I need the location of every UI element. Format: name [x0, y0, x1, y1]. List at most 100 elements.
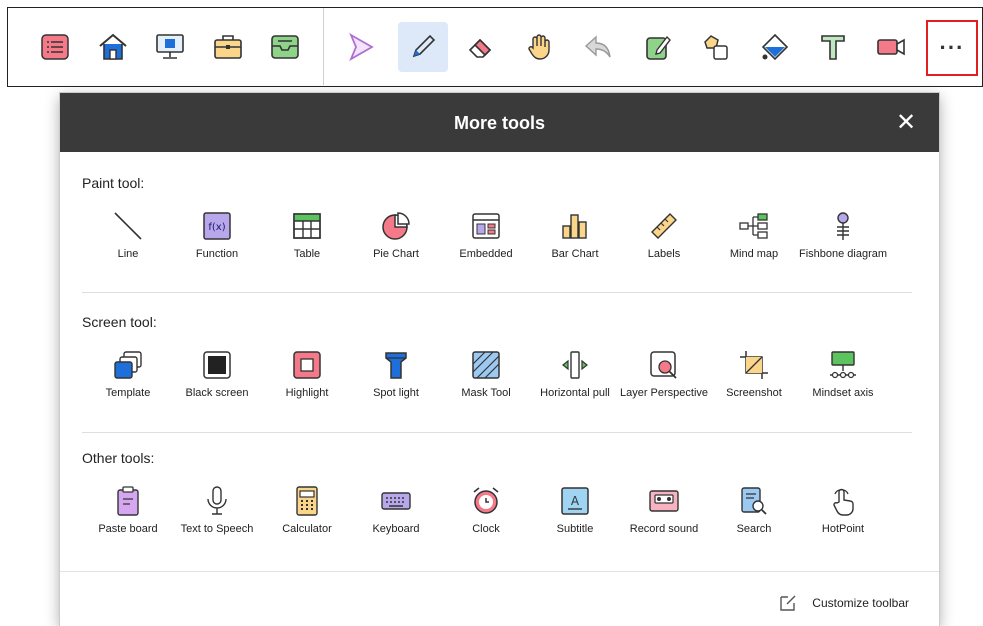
tool-fishbone[interactable]: Fishbone diagram — [798, 208, 888, 261]
tool-bar-chart[interactable]: Bar Chart — [530, 208, 620, 261]
undo-icon — [583, 32, 613, 62]
layer-perspective-icon — [646, 347, 682, 383]
tool-layer-perspective[interactable]: Layer Perspective — [619, 347, 709, 400]
tool-alarm-clock[interactable]: Clock — [441, 483, 531, 536]
tool-label: Function — [195, 248, 239, 260]
list-button[interactable] — [30, 22, 80, 72]
tool-mask[interactable]: Mask Tool — [441, 347, 531, 400]
tool-search-doc[interactable]: Search — [709, 483, 799, 536]
desktop-icon — [154, 32, 186, 62]
ruler-icon — [646, 208, 682, 244]
tool-label: Highlight — [285, 387, 329, 399]
tool-label: Screenshot — [726, 387, 782, 399]
dialog-header: More tools ✕ — [60, 93, 939, 152]
function-icon: f(x) — [199, 208, 235, 244]
tool-mind-map[interactable]: Mind map — [709, 208, 799, 261]
svg-text:f(x): f(x) — [208, 222, 225, 233]
pointer-arrow-icon — [346, 32, 376, 62]
tool-microphone[interactable]: Text to Speech — [172, 483, 262, 536]
tool-function[interactable]: f(x) Function — [172, 208, 262, 261]
customize-toolbar-button[interactable]: Customize toolbar — [778, 593, 909, 613]
tool-hotpoint[interactable]: HotPoint — [798, 483, 888, 536]
undo-button[interactable] — [573, 22, 623, 72]
mindset-axis-icon — [825, 347, 861, 383]
calculator-icon — [289, 483, 325, 519]
desktop-button[interactable] — [145, 22, 195, 72]
tool-line[interactable]: Line — [83, 208, 173, 261]
tool-spotlight[interactable]: Spot light — [351, 347, 441, 400]
briefcase-button[interactable] — [203, 22, 253, 72]
section-label: Screen tool: — [82, 314, 157, 330]
pointer-arrow-button[interactable] — [336, 22, 386, 72]
embedded-icon — [468, 208, 504, 244]
video-camera-icon — [875, 32, 907, 62]
hand-button[interactable] — [515, 22, 565, 72]
tool-label: Spot light — [373, 387, 419, 399]
pen-button[interactable] — [398, 22, 448, 72]
mind-map-icon — [736, 208, 772, 244]
eraser-icon — [466, 32, 496, 62]
clipboard-icon — [110, 483, 146, 519]
tool-label: Embedded — [459, 248, 513, 260]
tool-calculator[interactable]: Calculator — [262, 483, 352, 536]
tool-black-screen[interactable]: Black screen — [172, 347, 262, 400]
alarm-clock-icon — [468, 483, 504, 519]
tool-label: Table — [293, 248, 321, 260]
customize-label: Customize toolbar — [812, 596, 909, 610]
text-tool-button[interactable] — [808, 22, 858, 72]
more-dots-icon: ··· — [939, 35, 965, 60]
tool-highlight[interactable]: Highlight — [262, 347, 352, 400]
tool-subtitle[interactable]: A Subtitle — [530, 483, 620, 536]
shapes-button[interactable] — [691, 22, 741, 72]
tool-screenshot[interactable]: Screenshot — [709, 347, 799, 400]
bar-chart-icon — [557, 208, 593, 244]
shapes-icon — [701, 32, 731, 62]
tool-label: Pie Chart — [373, 248, 419, 260]
list-icon — [40, 32, 70, 62]
tool-embedded[interactable]: Embedded — [441, 208, 531, 261]
note-edit-icon — [643, 32, 673, 62]
section-label: Paint tool: — [82, 175, 145, 191]
fill-bucket-icon — [760, 32, 790, 62]
svg-text:A: A — [571, 494, 580, 508]
template-icon — [110, 347, 146, 383]
tool-label: Clock — [472, 523, 500, 535]
note-edit-button[interactable] — [633, 22, 683, 72]
tool-horizontal-pull[interactable]: Horizontal pull — [530, 347, 620, 400]
toolbar-divider — [323, 8, 324, 85]
fishbone-icon — [825, 208, 861, 244]
tool-label: Search — [736, 523, 772, 535]
tool-label: Text to Speech — [180, 523, 254, 535]
edit-square-icon — [780, 595, 796, 611]
more-tools-dialog: More tools ✕ Paint tool: Line f(x) Function… — [60, 93, 939, 626]
tool-label: Layer Perspective — [619, 387, 709, 399]
pie-chart-icon — [378, 208, 414, 244]
tool-cassette[interactable]: Record sound — [619, 483, 709, 536]
spotlight-icon — [378, 347, 414, 383]
tool-table[interactable]: Table — [262, 208, 352, 261]
eraser-button[interactable] — [456, 22, 506, 72]
tool-label: HotPoint — [821, 523, 865, 535]
tool-mindset-axis[interactable]: Mindset axis — [798, 347, 888, 400]
home-button[interactable] — [88, 22, 138, 72]
tool-template[interactable]: Template — [83, 347, 173, 400]
line-icon — [110, 208, 146, 244]
tool-pie-chart[interactable]: Pie Chart — [351, 208, 441, 261]
inbox-tray-button[interactable] — [260, 22, 310, 72]
close-button[interactable]: ✕ — [893, 109, 919, 136]
dialog-title: More tools — [453, 113, 545, 133]
tool-keyboard[interactable]: Keyboard — [351, 483, 441, 536]
video-camera-button[interactable] — [866, 22, 916, 72]
tool-ruler[interactable]: Labels — [619, 208, 709, 261]
fill-bucket-button[interactable] — [750, 22, 800, 72]
text-tool-icon — [818, 32, 848, 62]
pen-icon — [408, 32, 438, 62]
tool-clipboard[interactable]: Paste board — [83, 483, 173, 536]
more-tools-button[interactable]: ··· — [926, 20, 978, 76]
microphone-icon — [199, 483, 235, 519]
hand-icon — [525, 32, 555, 62]
black-screen-icon — [199, 347, 235, 383]
cassette-icon — [646, 483, 682, 519]
tool-label: Mind map — [729, 248, 779, 260]
tool-label: Fishbone diagram — [798, 248, 888, 260]
